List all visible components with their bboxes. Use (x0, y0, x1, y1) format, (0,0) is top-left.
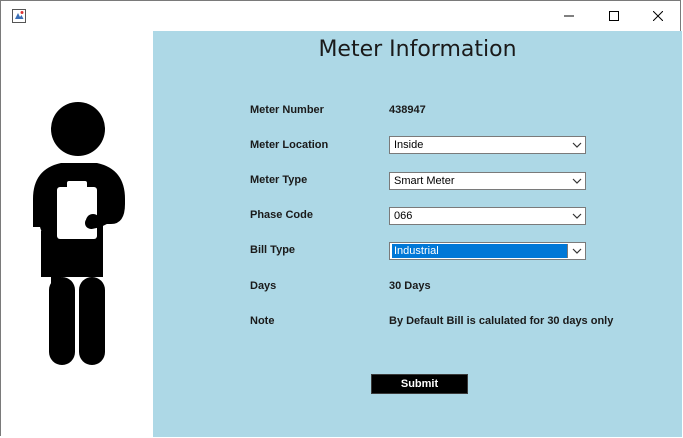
title-bar[interactable] (1, 1, 680, 31)
bill-type-selected: Industrial (391, 243, 568, 259)
app-window: Meter Information Meter Number 438947 Me… (0, 0, 682, 437)
phase-code-select[interactable]: 066 (389, 207, 586, 225)
minimize-icon (564, 15, 574, 17)
person-with-clipboard-icon (33, 102, 125, 365)
meter-type-label: Meter Type (250, 174, 308, 186)
meter-information-panel: Meter Information Meter Number 438947 Me… (153, 31, 682, 437)
java-app-icon (11, 8, 27, 24)
meter-location-label: Meter Location (250, 139, 329, 151)
illustration-panel (1, 31, 153, 437)
meter-type-select[interactable]: Smart Meter (389, 172, 586, 190)
phase-code-label: Phase Code (250, 209, 313, 221)
page-title: Meter Information (318, 37, 517, 62)
chevron-down-icon (572, 142, 582, 148)
maximize-button[interactable] (591, 1, 637, 31)
chevron-down-icon (572, 248, 582, 254)
minimize-button[interactable] (546, 1, 592, 31)
meter-location-selected: Inside (394, 139, 424, 151)
days-label: Days (250, 280, 277, 292)
bill-type-label: Bill Type (250, 244, 296, 256)
note-label: Note (250, 315, 275, 327)
meter-number-value: 438947 (389, 104, 426, 116)
submit-button[interactable]: Submit (371, 374, 468, 394)
maximize-icon (609, 11, 619, 21)
close-button[interactable] (635, 1, 681, 31)
chevron-down-icon (572, 178, 582, 184)
dropdown-divider (567, 244, 568, 258)
bill-type-select[interactable]: Industrial (389, 242, 586, 260)
meter-number-label: Meter Number (250, 104, 324, 116)
chevron-down-icon (572, 213, 582, 219)
meter-type-selected: Smart Meter (394, 175, 455, 187)
meter-location-select[interactable]: Inside (389, 136, 586, 154)
days-value: 30 Days (389, 280, 431, 292)
close-icon (653, 11, 663, 21)
note-value: By Default Bill is calulated for 30 days… (389, 315, 614, 327)
phase-code-selected: 066 (394, 210, 413, 222)
